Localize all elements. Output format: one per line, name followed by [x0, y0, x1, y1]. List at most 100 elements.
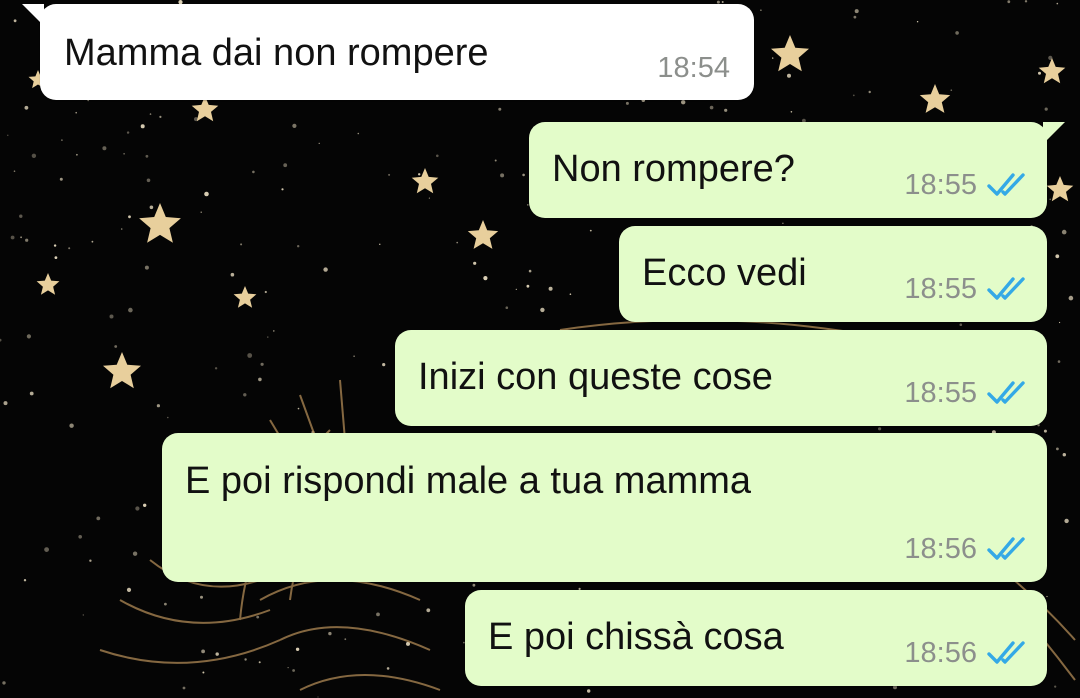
- message-time: 18:54: [657, 52, 730, 84]
- star-icon: [103, 352, 141, 389]
- message-time: 18:56: [904, 533, 977, 565]
- star-dot: [498, 107, 502, 111]
- star-dot: [59, 177, 63, 181]
- double-check-read-icon: [987, 537, 1025, 560]
- star-dot: [145, 154, 149, 158]
- star-dot: [243, 393, 247, 397]
- star-dot: [78, 535, 82, 539]
- star-dot: [386, 667, 390, 670]
- star-icon: [771, 35, 809, 72]
- star-dot: [1038, 71, 1041, 75]
- message-bubble-outgoing[interactable]: Ecco vedi 18:55: [619, 226, 1047, 322]
- message-meta: 18:55: [904, 377, 1027, 409]
- star-dot: [868, 90, 871, 94]
- star-dot: [724, 108, 728, 112]
- star-dot: [200, 211, 202, 213]
- message-text: Mamma dai non rompere: [64, 32, 489, 74]
- star-dot: [388, 173, 391, 176]
- message-bubble-outgoing[interactable]: E poi chissà cosa 18:56: [465, 590, 1047, 686]
- star-dot: [200, 595, 203, 599]
- star-dot: [159, 115, 162, 118]
- star-dot: [787, 73, 791, 78]
- star-dot: [1007, 0, 1011, 4]
- star-dot: [260, 362, 264, 366]
- star-dot: [878, 427, 882, 431]
- star-dot: [782, 222, 784, 224]
- message-text: E poi rispondi male a tua mamma: [185, 460, 752, 502]
- double-check-read-icon: [987, 381, 1025, 404]
- star-dot: [353, 355, 355, 357]
- star-dot: [128, 307, 133, 313]
- star-dot: [852, 94, 855, 97]
- star-dot: [102, 146, 107, 151]
- star-dot: [135, 506, 140, 511]
- message-bubble-outgoing[interactable]: Non rompere? 18:55: [529, 122, 1065, 218]
- star-dot: [120, 228, 123, 230]
- message-text: E poi chissà cosa: [488, 616, 784, 658]
- star-dot: [955, 31, 959, 35]
- star-dot: [515, 288, 517, 290]
- star-dot: [1064, 518, 1069, 524]
- star-dot: [82, 614, 85, 616]
- star-dot: [13, 19, 17, 23]
- star-dot: [146, 178, 151, 183]
- message-time: 18:56: [904, 637, 977, 669]
- message-meta: 18:55: [904, 169, 1027, 201]
- star-dot: [132, 551, 138, 556]
- star-dot: [123, 153, 125, 155]
- star-dot: [244, 658, 247, 661]
- star-dot: [1046, 595, 1048, 598]
- star-dot: [295, 647, 300, 651]
- star-dot: [589, 229, 592, 232]
- star-dot: [323, 267, 328, 272]
- star-dot: [240, 243, 243, 246]
- star-dot: [247, 353, 253, 358]
- star-dot: [144, 265, 149, 270]
- star-dot: [149, 205, 154, 210]
- star-dot: [283, 163, 288, 168]
- star-dot: [494, 159, 497, 162]
- star-dot: [853, 15, 857, 19]
- message-bubble-outgoing[interactable]: Inizi con queste cose 18:55: [395, 330, 1047, 426]
- star-icon: [467, 220, 499, 249]
- star-dot: [318, 142, 320, 144]
- star-dot: [96, 516, 101, 521]
- star-icon: [1038, 58, 1066, 84]
- star-dot: [23, 579, 27, 582]
- message-time: 18:55: [904, 377, 977, 409]
- star-dot: [854, 9, 859, 14]
- star-icon: [411, 168, 439, 194]
- message-meta: 18:54: [657, 52, 730, 84]
- star-dot: [156, 404, 160, 408]
- star-dot: [721, 1, 724, 3]
- message-meta: 18:56: [904, 533, 1027, 565]
- star-dot: [29, 391, 34, 396]
- star-icon: [1046, 176, 1074, 202]
- star-dot: [10, 235, 15, 240]
- star-dot: [357, 132, 360, 135]
- star-dot: [91, 240, 94, 243]
- message-meta: 18:56: [904, 637, 1027, 669]
- star-dot: [1024, 0, 1028, 3]
- star-dot: [297, 407, 300, 410]
- bubble-tail: [22, 4, 44, 26]
- star-dot: [959, 323, 963, 327]
- star-dot: [164, 602, 167, 606]
- star-dot: [0, 338, 2, 342]
- message-text: Non rompere?: [552, 148, 795, 190]
- star-dot: [204, 191, 209, 197]
- star-dot: [473, 261, 477, 265]
- star-dot: [916, 21, 919, 23]
- star-dot: [426, 608, 431, 613]
- star-dot: [1043, 429, 1047, 433]
- star-dot: [140, 124, 145, 129]
- star-dot: [379, 243, 381, 245]
- star-dot: [790, 111, 793, 113]
- star-dot: [418, 173, 421, 176]
- star-dot: [75, 111, 77, 114]
- star-dot: [1056, 2, 1059, 5]
- star-icon: [919, 84, 951, 113]
- message-bubble-outgoing[interactable]: E poi rispondi male a tua mamma 18:56: [162, 433, 1047, 582]
- star-dot: [3, 401, 8, 406]
- message-bubble-incoming[interactable]: Mamma dai non rompere 18:54: [22, 4, 754, 100]
